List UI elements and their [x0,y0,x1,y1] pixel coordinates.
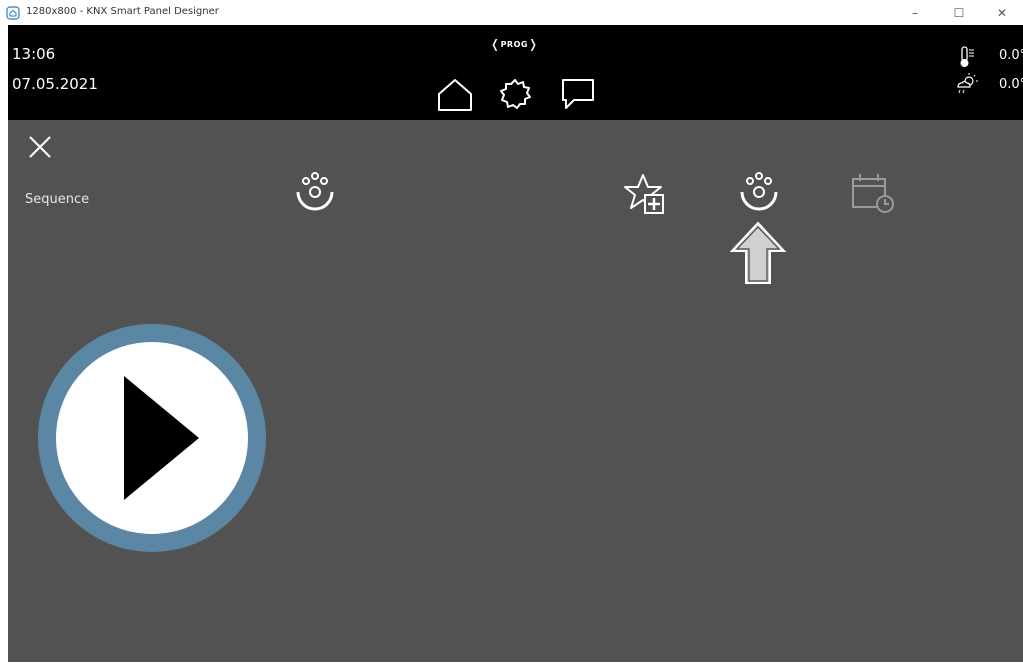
play-button-face [56,342,248,534]
schedule-icon[interactable] [850,173,896,219]
settings-icon[interactable] [498,77,532,115]
weather-icon [955,73,979,99]
panel-header: 13:06 07.05.2021 ❬PROG❭ 0.0° 0.0° [8,25,1023,120]
close-window-button[interactable]: ✕ [980,0,1023,25]
close-icon[interactable] [28,135,52,159]
favorite-add-icon[interactable] [624,173,668,219]
scene-icon[interactable] [737,170,781,218]
weather-value: 0.0° [999,77,1023,92]
scene-icon[interactable] [293,170,337,218]
message-icon[interactable] [560,77,596,117]
home-icon[interactable] [436,77,474,117]
clock-time: 13:06 [12,45,56,63]
prog-label: PROG [500,40,528,49]
maximize-button[interactable]: ☐ [937,0,981,25]
window-title: 1280x800 - KNX Smart Panel Designer [26,6,219,17]
play-button[interactable] [38,324,266,552]
sequence-label: Sequence [25,192,90,207]
minimize-button[interactable]: – [893,0,937,25]
play-icon [124,376,199,500]
thermometer-icon [958,45,976,73]
app-logo-icon [6,5,20,20]
temperature-value: 0.0° [999,48,1023,63]
prog-indicator[interactable]: ❬PROG❭ [490,37,539,51]
panel-frame: 13:06 07.05.2021 ❬PROG❭ 0.0° 0.0° Sequen… [8,25,1023,662]
window-titlebar: 1280x800 - KNX Smart Panel Designer – ☐ … [0,0,1023,25]
arrow-up-icon [729,221,787,289]
clock-date: 07.05.2021 [12,75,98,93]
